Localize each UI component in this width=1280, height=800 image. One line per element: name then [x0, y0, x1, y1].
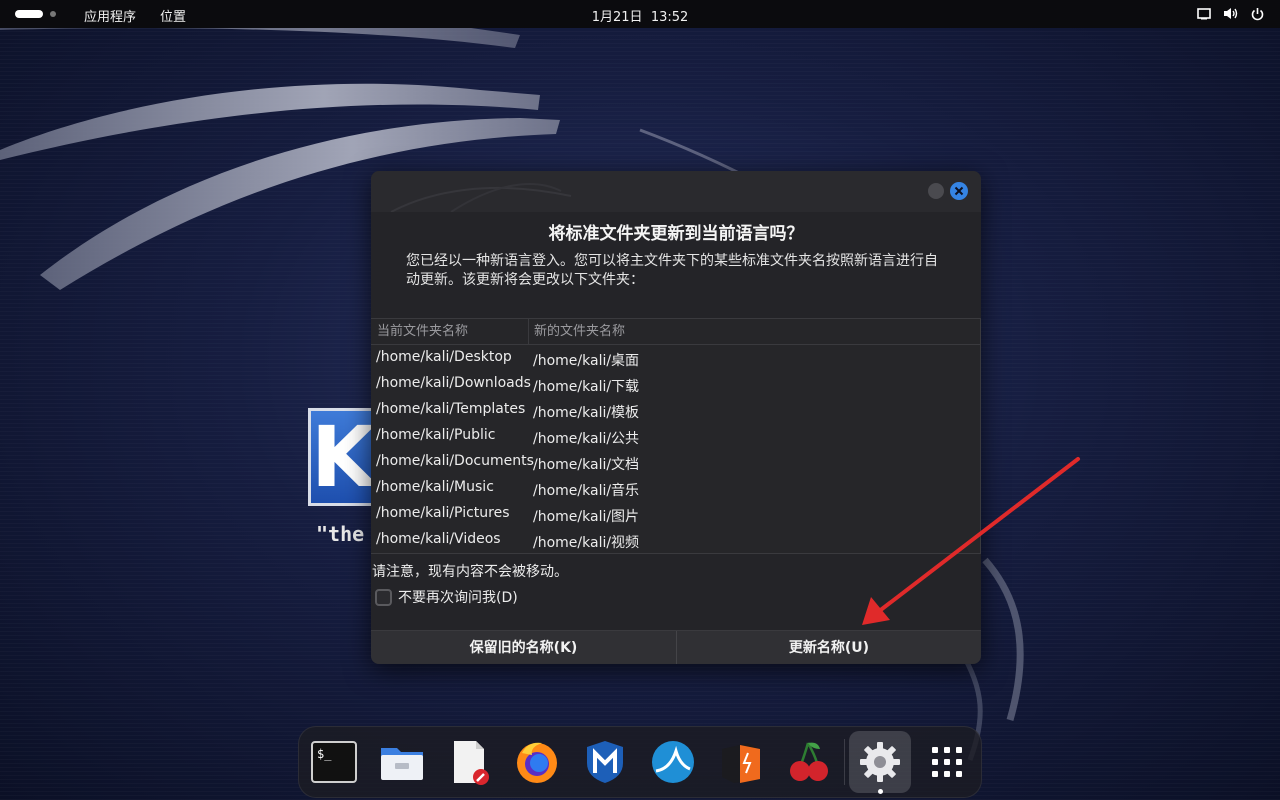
current-folder-cell: /home/kali/Videos: [376, 531, 501, 547]
top-bar: 应用程序 位置 1月21日 13:52: [0, 0, 1280, 28]
dialog-close-button[interactable]: [950, 182, 968, 200]
display-icon[interactable]: [1195, 5, 1212, 22]
dock-terminal[interactable]: $_: [310, 738, 358, 786]
folder-rename-table: 当前文件夹名称 新的文件夹名称 /home/kali/Desktop/home/…: [371, 318, 981, 554]
column-separator: [528, 319, 529, 344]
cherrytree-icon: [790, 742, 828, 781]
table-row[interactable]: /home/kali/Music/home/kali/音乐: [371, 475, 980, 501]
app-grid-icon: [932, 747, 962, 777]
new-folder-cell: /home/kali/桌面: [533, 353, 640, 369]
dock-files[interactable]: [378, 738, 426, 786]
current-folder-cell: /home/kali/Templates: [376, 401, 526, 417]
activities-indicator[interactable]: [15, 10, 43, 18]
keep-old-names-button[interactable]: 保留旧的名称(K): [371, 631, 676, 664]
running-indicator: [878, 789, 883, 794]
table-row[interactable]: /home/kali/Documents/home/kali/文档: [371, 449, 980, 475]
current-folder-cell: /home/kali/Pictures: [376, 505, 510, 521]
dock-text-editor[interactable]: [446, 738, 494, 786]
update-folders-dialog: 将标准文件夹更新到当前语言吗？ 您已经以一种新语言登入。您可以将主文件夹下的某些…: [371, 171, 981, 664]
dock-wireshark[interactable]: [649, 738, 697, 786]
terminal-icon: $_: [311, 741, 357, 783]
table-row[interactable]: /home/kali/Videos/home/kali/视频: [371, 527, 980, 553]
text-editor-icon: [454, 741, 489, 785]
dock-metasploit[interactable]: [581, 738, 629, 786]
new-folder-cell: /home/kali/视频: [533, 535, 640, 551]
table-row[interactable]: /home/kali/Downloads/home/kali/下载: [371, 371, 980, 397]
places-menu[interactable]: 位置: [160, 6, 186, 25]
table-row[interactable]: /home/kali/Public/home/kali/公共: [371, 423, 980, 449]
workspace-dot[interactable]: [50, 11, 56, 17]
current-folder-cell: /home/kali/Public: [376, 427, 496, 443]
dialog-message: 您已经以一种新语言登入。您可以将主文件夹下的某些标准文件夹名按照新语言进行自动更…: [406, 253, 938, 288]
table-rows: /home/kali/Desktop/home/kali/桌面 /home/ka…: [371, 345, 980, 553]
dock-cherrytree[interactable]: [785, 738, 833, 786]
dialog-header-decoration: [390, 183, 572, 212]
volume-icon[interactable]: [1222, 5, 1239, 22]
new-folder-cell: /home/kali/公共: [533, 431, 640, 447]
wireshark-icon: [652, 741, 694, 783]
dialog-title: 将标准文件夹更新到当前语言吗？: [548, 224, 804, 244]
dialog-minimize-button[interactable]: [928, 183, 944, 199]
files-icon: [381, 748, 423, 780]
kali-desktop-tagline: "the: [316, 522, 365, 546]
column-header-current[interactable]: 当前文件夹名称: [377, 319, 468, 344]
update-names-button[interactable]: 更新名称(U): [677, 631, 981, 664]
current-folder-cell: /home/kali/Desktop: [376, 349, 512, 365]
current-folder-cell: /home/kali/Music: [376, 479, 494, 495]
dock: $_: [298, 726, 982, 798]
dock-firefox[interactable]: [513, 738, 561, 786]
clock-time[interactable]: 13:52: [651, 10, 688, 25]
table-row[interactable]: /home/kali/Templates/home/kali/模板: [371, 397, 980, 423]
new-folder-cell: /home/kali/音乐: [533, 483, 640, 499]
table-row[interactable]: /home/kali/Desktop/home/kali/桌面: [371, 345, 980, 371]
current-folder-cell: /home/kali/Documents: [376, 453, 534, 469]
dock-separator: [844, 739, 845, 785]
clock-date[interactable]: 1月21日: [592, 10, 643, 25]
dock-app-grid[interactable]: [923, 738, 971, 786]
dont-ask-again-option[interactable]: 不要再次询问我(D): [375, 587, 518, 607]
dont-ask-again-label[interactable]: 不要再次询问我(D): [398, 587, 518, 607]
current-folder-cell: /home/kali/Downloads: [376, 375, 531, 391]
clock: 1月21日 13:52: [0, 6, 1280, 25]
settings-icon: [860, 742, 900, 782]
metasploit-icon: [587, 741, 623, 783]
dock-settings[interactable]: [849, 731, 911, 793]
dialog-header: [371, 171, 981, 212]
svg-text:$_: $_: [317, 747, 332, 761]
new-folder-cell: /home/kali/下载: [533, 379, 640, 395]
kali-desktop-logo: K: [308, 408, 378, 506]
column-header-new[interactable]: 新的文件夹名称: [534, 319, 625, 344]
firefox-icon: [517, 742, 557, 783]
new-folder-cell: /home/kali/文档: [533, 457, 640, 473]
table-row[interactable]: /home/kali/Pictures/home/kali/图片: [371, 501, 980, 527]
burpsuite-icon: [722, 743, 760, 783]
content-not-moved-note: 请注意，现有内容不会被移动。: [372, 564, 568, 580]
dont-ask-again-checkbox[interactable]: [375, 588, 392, 606]
new-folder-cell: /home/kali/模板: [533, 405, 640, 421]
power-icon[interactable]: [1249, 5, 1266, 22]
new-folder-cell: /home/kali/图片: [533, 509, 640, 525]
close-icon: [954, 186, 964, 196]
dock-burpsuite[interactable]: [717, 738, 765, 786]
dialog-button-bar: 保留旧的名称(K) 更新名称(U): [371, 630, 981, 664]
system-tray[interactable]: [1195, 5, 1266, 22]
applications-menu[interactable]: 应用程序: [84, 6, 136, 25]
